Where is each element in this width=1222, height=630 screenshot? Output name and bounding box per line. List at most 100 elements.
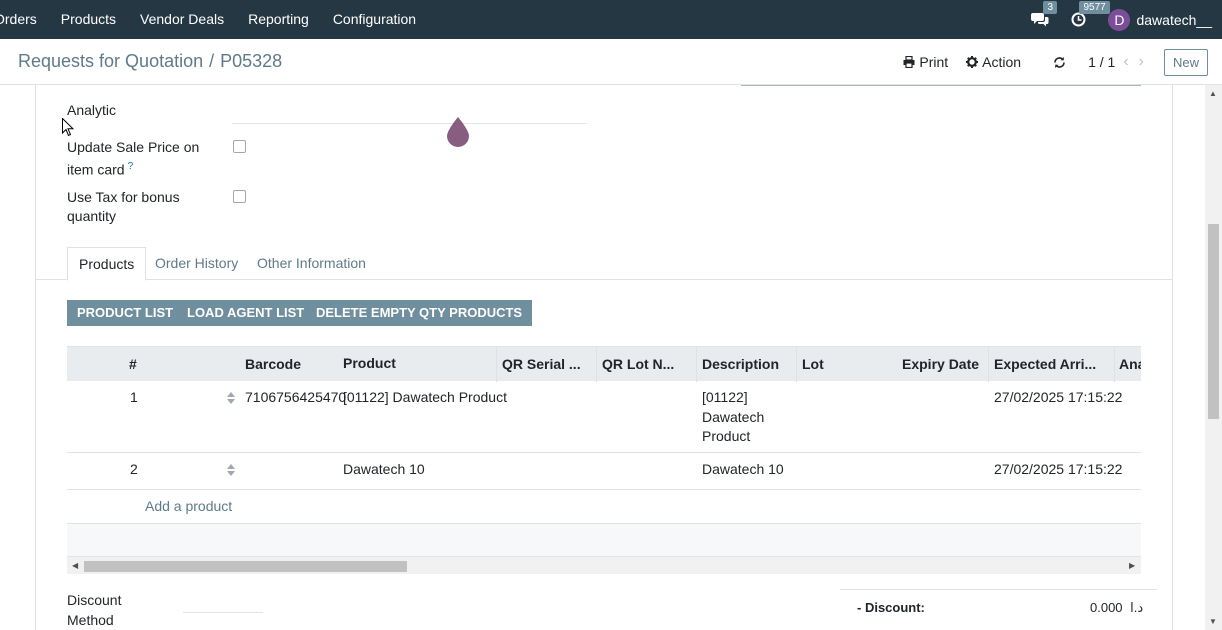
menu-orders[interactable]: Orders <box>0 0 49 39</box>
use-tax-bonus-label: Use Tax for bonus quantity <box>67 189 180 224</box>
row-barcode: 7106756425470 <box>245 389 347 405</box>
scroll-right-icon[interactable]: ▶ <box>1129 561 1135 570</box>
column-header-seq[interactable]: # <box>129 347 137 382</box>
activities-button[interactable]: 9577 <box>1071 1 1110 27</box>
print-icon <box>903 56 915 68</box>
column-header-qr-lot[interactable]: QR Lot N... <box>602 347 692 382</box>
print-label: Print <box>919 54 949 70</box>
discount-method-label: Discount Method <box>67 592 122 628</box>
discount-method-input[interactable] <box>183 612 263 613</box>
scroll-up-icon[interactable]: ▲ <box>1209 89 1217 98</box>
column-header-expiry-date[interactable]: Expiry Date <box>902 347 979 382</box>
chat-icon <box>1031 13 1049 27</box>
table-row[interactable]: 2 Dawatech 10 Dawatech 10 27/02/2025 17:… <box>67 453 1141 490</box>
messages-count-badge: 3 <box>1043 1 1058 14</box>
totals-divider <box>840 589 1157 590</box>
menu-reporting[interactable]: Reporting <box>236 0 321 39</box>
table-footer-row <box>67 524 1141 556</box>
scroll-left-icon[interactable]: ◀ <box>72 561 78 570</box>
vertical-scrollbar[interactable]: ▲ ▼ <box>1205 85 1222 630</box>
new-button[interactable]: New <box>1163 48 1208 76</box>
row-product: Dawatech 10 <box>343 461 425 477</box>
refresh-icon <box>1054 56 1065 68</box>
analytic-input[interactable] <box>232 123 587 124</box>
tab-order-history[interactable]: Order History <box>144 247 249 280</box>
row-product: [01122] Dawatech Product <box>343 389 507 405</box>
help-icon[interactable]: ? <box>128 161 134 172</box>
top-navbar: Orders Products Vendor Deals Reporting C… <box>0 0 1222 39</box>
column-divider[interactable] <box>696 347 697 382</box>
column-header-lot[interactable]: Lot <box>802 347 824 382</box>
use-tax-bonus-checkbox[interactable] <box>233 190 246 203</box>
action-label: Action <box>982 54 1022 70</box>
product-list-button[interactable]: PRODUCT LIST <box>67 300 184 326</box>
pager-next-icon[interactable]: › <box>1139 53 1144 71</box>
breadcrumb: Requests for Quotation / P05328 <box>18 51 282 72</box>
analytic-label: Analytic <box>67 102 117 118</box>
column-header-expected-arrival[interactable]: Expected Arri... <box>994 347 1114 382</box>
activities-count-badge: 9577 <box>1079 1 1110 14</box>
update-sale-price-text: Update Sale Price on item card <box>67 139 200 178</box>
column-header-analytic[interactable]: Ana <box>1119 347 1141 382</box>
column-header-description[interactable]: Description <box>702 347 779 382</box>
notebook-tabs: Products Order History Other Information <box>35 247 1173 281</box>
scroll-down-icon[interactable]: ▼ <box>1209 617 1217 626</box>
add-product-link[interactable]: Add a product <box>145 498 232 514</box>
menu-products[interactable]: Products <box>49 0 128 39</box>
vertical-scrollbar-thumb[interactable] <box>1208 224 1219 419</box>
row-expected-arrival: 27/02/2025 17:15:22 <box>994 389 1123 405</box>
control-panel: Requests for Quotation / P05328 Print Ac… <box>0 39 1222 85</box>
add-line-row: Add a product <box>67 490 1141 524</box>
row-expected-arrival: 27/02/2025 17:15:22 <box>994 461 1123 477</box>
menu-vendor-deals[interactable]: Vendor Deals <box>128 0 236 39</box>
delete-empty-qty-button[interactable]: DELETE EMPTY QTY PRODUCTS <box>306 300 533 326</box>
field-underline <box>741 85 1141 86</box>
column-header-qr-serial[interactable]: QR Serial ... <box>502 347 590 382</box>
clock-icon <box>1071 12 1086 27</box>
breadcrumb-parent[interactable]: Requests for Quotation <box>18 51 203 71</box>
currency-symbol: د.ا <box>1130 600 1144 615</box>
pager-value[interactable]: 1 / 1 <box>1088 54 1115 70</box>
column-divider[interactable] <box>496 347 497 382</box>
user-name: dawatech__ <box>1136 11 1212 28</box>
column-header-barcode[interactable]: Barcode <box>245 347 301 382</box>
update-sale-price-label: Update Sale Price on item card? <box>67 138 217 180</box>
main-menu: Orders Products Vendor Deals Reporting C… <box>0 0 428 39</box>
reload-button[interactable] <box>1053 56 1070 69</box>
discount-total-label: - Discount: <box>857 600 925 615</box>
pager-previous-icon[interactable]: ‹ <box>1123 53 1128 71</box>
breadcrumb-current: P05328 <box>220 51 283 71</box>
horizontal-scrollbar-thumb[interactable] <box>84 561 407 572</box>
column-divider[interactable] <box>1114 347 1115 382</box>
column-divider[interactable] <box>796 347 797 382</box>
menu-configuration[interactable]: Configuration <box>321 0 428 39</box>
row-description: Dawatech 10 <box>702 461 784 477</box>
drag-handle-icon[interactable] <box>227 392 235 404</box>
tab-other-information[interactable]: Other Information <box>246 247 377 280</box>
breadcrumb-separator: / <box>209 51 215 71</box>
drag-handle-icon[interactable] <box>227 464 235 476</box>
messages-button[interactable]: 3 <box>1031 1 1058 27</box>
column-divider[interactable] <box>596 347 597 382</box>
row-seq: 2 <box>130 461 138 477</box>
print-button[interactable]: Print <box>903 54 948 70</box>
systray: 3 9577 D dawatech__ <box>1031 0 1222 39</box>
user-avatar: D <box>1108 8 1131 31</box>
control-panel-actions: Print Action 1 / 1 ‹ › New <box>903 39 1222 85</box>
row-seq: 1 <box>130 389 138 405</box>
table-header: # Barcode Product QR Serial ... QR Lot N… <box>67 346 1141 382</box>
mouse-cursor-icon <box>62 118 74 137</box>
horizontal-scrollbar[interactable]: ◀ ▶ <box>67 556 1141 574</box>
user-menu[interactable]: D dawatech__ <box>1108 8 1222 31</box>
action-button[interactable]: Action <box>966 54 1021 70</box>
odoo-app: Orders Products Vendor Deals Reporting C… <box>0 0 1222 630</box>
tab-products[interactable]: Products <box>67 247 147 281</box>
column-divider[interactable] <box>988 347 989 382</box>
row-description: [01122] Dawatech Product <box>702 389 765 444</box>
gear-icon <box>966 56 979 68</box>
column-header-product[interactable]: Product <box>343 346 396 381</box>
table-row[interactable]: 1 7106756425470 [01122] Dawatech Product… <box>67 381 1141 453</box>
load-agent-list-button[interactable]: LOAD AGENT LIST <box>177 300 315 326</box>
order-lines-table: # Barcode Product QR Serial ... QR Lot N… <box>67 346 1141 574</box>
update-sale-price-checkbox[interactable] <box>233 140 246 153</box>
